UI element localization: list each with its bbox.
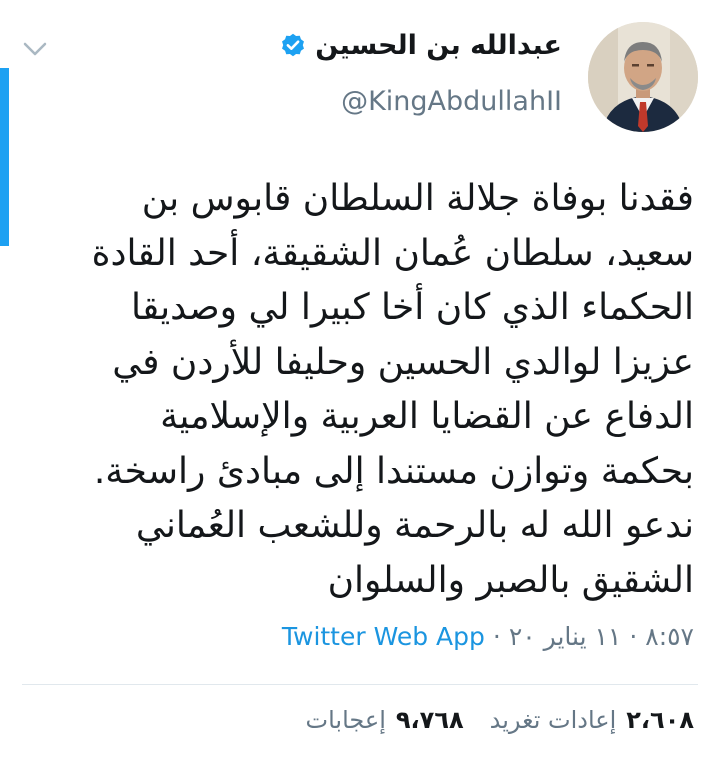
likes-stat[interactable]: ٩،٧٦٨ إعجابات <box>306 706 464 734</box>
tweet-metadata: ٨:٥٧ · ١١ يناير ٢٠ · Twitter Web App <box>282 622 694 651</box>
likes-label: إعجابات <box>305 706 386 734</box>
likes-count: ٩،٧٦٨ <box>395 706 464 734</box>
user-header[interactable]: عبدالله بن الحسين <box>279 30 562 61</box>
tweet-text: فقدنا بوفاة جلالة السلطان قابوس بن سعيد،… <box>54 172 694 608</box>
retweets-stat[interactable]: ٢،٦٠٨ إعادات تغريد <box>490 706 694 734</box>
chevron-down-icon[interactable] <box>22 40 48 58</box>
tweet-text-line: الدفاع عن القضايا العربية والإسلامية <box>160 396 694 437</box>
tweet-time[interactable]: ٨:٥٧ <box>645 622 694 651</box>
tweet-text-line: عزيزا لوالدي الحسين وحليفا للأردن في <box>112 341 694 383</box>
tweet-date[interactable]: ١١ يناير ٢٠ <box>509 622 621 651</box>
focus-accent-bar <box>0 68 9 246</box>
user-handle[interactable]: @KingAbdullahII <box>341 86 562 117</box>
verified-badge-icon <box>282 33 305 56</box>
retweets-label: إعادات تغريد <box>489 706 617 734</box>
tweet-source-link[interactable]: Twitter Web App <box>282 622 485 651</box>
meta-separator: · <box>629 622 638 651</box>
meta-separator: · <box>492 622 501 651</box>
tweet-text-line: الشقيق بالصبر والسلوان <box>327 559 694 601</box>
divider <box>22 684 698 685</box>
tweet-text-line: الحكماء الذي كان أخا كبيرا لي وصديقا <box>130 287 694 328</box>
retweets-count: ٢،٦٠٨ <box>626 706 694 734</box>
tweet-text-line: فقدنا بوفاة جلالة السلطان قابوس بن <box>141 178 694 219</box>
tweet-text-line: ندعو الله له بالرحمة وللشعب العُماني <box>135 505 694 546</box>
tweet-text-line: بحكمة وتوازن مستندا إلى مبادئ راسخة. <box>93 450 694 492</box>
display-name[interactable]: عبدالله بن الحسين <box>315 30 562 61</box>
tweet-text-line: سعيد، سلطان عُمان الشقيقة، أحد القادة <box>91 232 694 274</box>
avatar[interactable] <box>588 22 698 132</box>
avatar-photo <box>588 22 698 132</box>
engagement-stats: ٢،٦٠٨ إعادات تغريد ٩،٧٦٨ إعجابات <box>306 706 694 734</box>
